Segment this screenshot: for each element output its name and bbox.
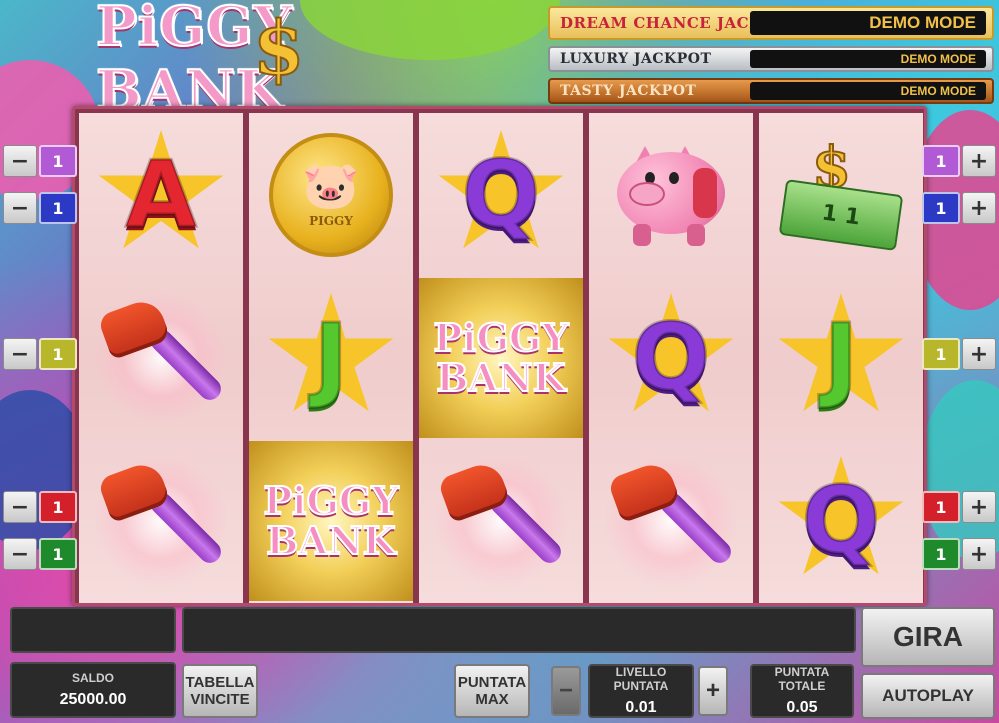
symbol-j: J [249, 278, 413, 438]
bet-level-decrease-button[interactable]: − [551, 666, 581, 716]
line-control-left-2: − 1 [3, 192, 77, 224]
piggy-bank-wild-icon: PiGGY BANK [432, 315, 569, 400]
message-panel [182, 607, 856, 653]
hammer-icon [431, 456, 571, 586]
symbol-hammer [79, 278, 243, 438]
total-bet-panel: PUNTATA TOTALE 0.05 [750, 664, 854, 718]
letter-q: Q [460, 141, 541, 248]
jackpot-value: DEMO MODE [750, 50, 986, 68]
symbol-coin: 🐷 PIGGY [249, 115, 413, 275]
autoplay-button[interactable]: AUTOPLAY [861, 673, 995, 719]
line-decrease-button[interactable]: − [3, 538, 37, 570]
reel-3: Q PiGGY BANK [419, 113, 583, 603]
line-decrease-button[interactable]: − [3, 145, 37, 177]
info-panel-left [10, 607, 176, 653]
bet-level-label: LIVELLO PUNTATA [613, 665, 669, 693]
reel-area: A 🐷 PIGGY J PiGGY BANK Q PiGGY BANK Q $ … [72, 106, 927, 606]
symbol-hammer [79, 441, 243, 601]
line-number: 1 [39, 338, 77, 370]
line-number: 1 [922, 538, 960, 570]
letter-q: Q [630, 304, 711, 411]
line-increase-button[interactable]: + [962, 145, 996, 177]
symbol-a: A [79, 115, 243, 275]
letter-j: J [312, 304, 349, 411]
line-increase-button[interactable]: + [962, 538, 996, 570]
symbol-piggy-bank-logo: PiGGY BANK [249, 441, 413, 601]
line-control-right-3: 1 + [922, 338, 996, 370]
line-control-left-5: − 1 [3, 538, 77, 570]
symbol-piggy-bank-logo: PiGGY BANK [419, 278, 583, 438]
line-number: 1 [922, 145, 960, 177]
line-control-left-4: − 1 [3, 491, 77, 523]
hammer-icon [91, 293, 231, 423]
piggy-coin-icon: 🐷 PIGGY [269, 133, 393, 257]
symbol-q: Q [419, 115, 583, 275]
bet-level-panel: LIVELLO PUNTATA 0.01 [588, 664, 694, 718]
reel-2: 🐷 PIGGY J PiGGY BANK [249, 113, 413, 603]
max-bet-button[interactable]: PUNTATA MAX [454, 664, 530, 718]
symbol-q: Q [759, 441, 923, 601]
jackpot-name: TASTY JACKPOT [560, 83, 697, 99]
jackpot-name: DREAM CHANCE JACKPOT [560, 14, 800, 32]
reel-4: Q [589, 113, 753, 603]
line-number: 1 [39, 145, 77, 177]
paytable-button[interactable]: TABELLA VINCITE [182, 664, 258, 718]
reel-5: $ 1 1 J Q [759, 113, 923, 603]
symbol-cash: $ 1 1 [759, 115, 923, 275]
line-control-right-4: 1 + [922, 491, 996, 523]
jackpot-tasty: TASTY JACKPOT DEMO MODE [548, 78, 994, 104]
bet-level-increase-button[interactable]: + [698, 666, 728, 716]
game-logo: PiGGY BANK $ [95, 0, 456, 123]
background-decoration [920, 380, 999, 560]
line-decrease-button[interactable]: − [3, 491, 37, 523]
line-control-left-1: − 1 [3, 145, 77, 177]
letter-q: Q [800, 467, 881, 574]
line-control-right-5: 1 + [922, 538, 996, 570]
jackpot-luxury: LUXURY JACKPOT DEMO MODE [548, 46, 994, 72]
symbol-pig [589, 115, 753, 275]
reel-1: A [79, 113, 243, 603]
line-number: 1 [39, 192, 77, 224]
balance-panel: SALDO 25000.00 [10, 662, 176, 718]
letter-j: J [822, 304, 859, 411]
total-bet-value: 0.05 [786, 699, 818, 716]
balance-label: SALDO [72, 671, 114, 685]
coin-label: PIGGY [309, 214, 353, 228]
line-number: 1 [39, 538, 77, 570]
symbol-hammer [419, 441, 583, 601]
line-number: 1 [922, 491, 960, 523]
piggy-bank-icon [611, 140, 731, 250]
line-number: 1 [922, 338, 960, 370]
jackpot-dream-chance: DREAM CHANCE JACKPOT DEMO MODE [548, 6, 994, 40]
line-decrease-button[interactable]: − [3, 338, 37, 370]
line-increase-button[interactable]: + [962, 192, 996, 224]
logo-dollar-icon: $ [252, 5, 305, 93]
symbol-q: Q [589, 278, 753, 438]
jackpot-value: DEMO MODE [750, 11, 986, 35]
symbol-hammer [589, 441, 753, 601]
line-number: 1 [39, 491, 77, 523]
line-increase-button[interactable]: + [962, 338, 996, 370]
cash-icon: $ 1 1 [776, 134, 906, 255]
line-control-right-1: 1 + [922, 145, 996, 177]
line-increase-button[interactable]: + [962, 491, 996, 523]
symbol-j: J [759, 278, 923, 438]
total-bet-label: PUNTATA TOTALE [774, 665, 830, 693]
line-control-right-2: 1 + [922, 192, 996, 224]
line-number: 1 [922, 192, 960, 224]
bet-level-value: 0.01 [625, 699, 657, 716]
hammer-icon [91, 456, 231, 586]
balance-value: 25000.00 [59, 691, 127, 708]
jackpot-value: DEMO MODE [750, 82, 986, 100]
line-decrease-button[interactable]: − [3, 192, 37, 224]
piggy-bank-wild-icon: PiGGY BANK [262, 478, 399, 563]
line-control-left-3: − 1 [3, 338, 77, 370]
hammer-icon [601, 456, 741, 586]
letter-a: A [124, 141, 198, 248]
spin-button[interactable]: GIRA [861, 607, 995, 667]
jackpot-name: LUXURY JACKPOT [560, 51, 712, 67]
